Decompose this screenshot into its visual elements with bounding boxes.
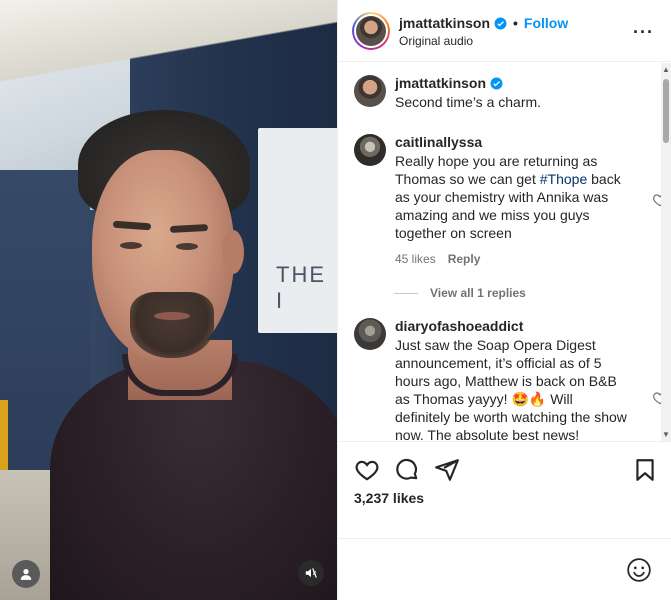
avatar[interactable]	[354, 75, 386, 107]
avatar-inner	[354, 14, 388, 48]
view-replies-button[interactable]: View all 1 replies	[394, 286, 526, 300]
more-options-icon[interactable]: ···	[633, 22, 654, 43]
author-line: jmattatkinson • Follow	[399, 15, 568, 31]
bookmark-icon[interactable]	[632, 457, 658, 483]
person-beard	[130, 292, 214, 358]
speaker-muted-icon[interactable]	[298, 560, 324, 586]
follow-button[interactable]: Follow	[524, 15, 568, 31]
comment-likes[interactable]: 45 likes	[395, 252, 436, 266]
comment-author: jmattatkinson	[395, 75, 503, 91]
person-eye-left	[120, 242, 142, 249]
comment-text: Really hope you are returning as Thomas …	[395, 152, 627, 242]
post-header: jmattatkinson • Follow Original audio ··…	[338, 0, 671, 62]
person-mouth	[154, 312, 190, 320]
speaker-muted-glyph	[305, 568, 317, 578]
separator-dot: •	[513, 15, 518, 31]
sign-text: THE I	[276, 262, 326, 313]
background-post	[0, 400, 8, 470]
scroll-down-icon[interactable]: ▼	[662, 430, 670, 439]
emoji-icon[interactable]	[626, 557, 652, 583]
avatar-image	[356, 16, 386, 46]
view-replies-label: View all 1 replies	[430, 286, 526, 300]
avatar[interactable]	[354, 318, 386, 350]
likes-count[interactable]: 3,237 likes	[354, 490, 424, 506]
person-ear	[222, 230, 244, 274]
audio-link[interactable]: Original audio	[399, 34, 473, 48]
author-avatar[interactable]	[352, 12, 390, 50]
verified-badge-icon	[490, 77, 503, 89]
send-icon[interactable]	[434, 457, 460, 483]
comment-username[interactable]: caitlinallyssa	[395, 134, 482, 150]
video-player[interactable]: THE I	[0, 0, 337, 600]
comments-scrollbar[interactable]: ▲ ▼	[661, 63, 671, 441]
replies-line	[394, 292, 418, 294]
avatar[interactable]	[354, 134, 386, 166]
person-icon[interactable]	[12, 560, 40, 588]
add-comment-bar[interactable]	[338, 538, 671, 600]
scroll-up-icon[interactable]: ▲	[662, 65, 670, 74]
comment-meta: 45 likes Reply	[395, 252, 480, 266]
comments-list[interactable]: jmattatkinson Second time’s a charm. cai…	[338, 63, 671, 441]
comment-icon[interactable]	[394, 457, 420, 483]
hashtag-link[interactable]: #Thope	[540, 171, 587, 187]
person-eye-right	[176, 243, 198, 250]
comment-text: Second time’s a charm.	[395, 94, 542, 110]
comment-author: caitlinallyssa	[395, 134, 482, 150]
reply-button[interactable]: Reply	[448, 252, 481, 266]
heart-icon[interactable]	[354, 457, 380, 483]
comment-username[interactable]: diaryofashoeaddict	[395, 318, 523, 334]
scroll-thumb[interactable]	[663, 79, 669, 143]
verified-badge-icon	[494, 17, 507, 29]
post-panel: jmattatkinson • Follow Original audio ··…	[337, 0, 671, 600]
comment-author: diaryofashoeaddict	[395, 318, 523, 334]
comment-username[interactable]: jmattatkinson	[395, 75, 486, 91]
background-awning	[0, 0, 337, 120]
person-icon-glyph	[20, 569, 32, 580]
comment-text: Just saw the Soap Opera Digest announcem…	[395, 337, 627, 441]
author-username[interactable]: jmattatkinson	[399, 15, 490, 31]
